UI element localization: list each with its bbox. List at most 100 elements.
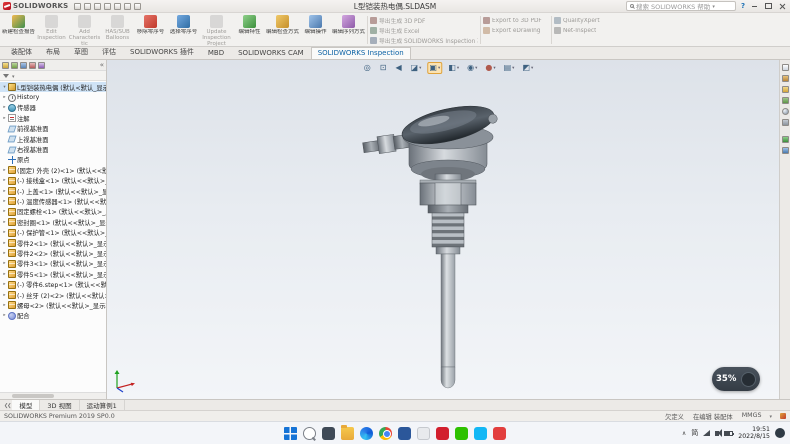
tree-item[interactable]: ▸ 传感器 [0, 103, 106, 113]
screen-overlay-widget[interactable]: 35% [712, 367, 760, 391]
task-home-icon[interactable] [782, 64, 789, 71]
expand-arrow-icon[interactable]: ▸ [2, 209, 7, 214]
tree-item[interactable]: 前视基准面 [0, 124, 106, 134]
expand-arrow-icon[interactable]: ▸ [2, 220, 7, 225]
network-icon[interactable] [703, 430, 710, 436]
expand-arrow-icon[interactable]: ▸ [2, 189, 7, 194]
tree-item[interactable]: 原点 [0, 155, 106, 165]
expand-arrow-icon[interactable]: ▸ [2, 168, 7, 173]
command-tab[interactable]: SOLIDWORKS Inspection [311, 47, 411, 59]
edge-icon[interactable] [360, 427, 373, 440]
tree-item[interactable]: ▸ History [0, 92, 106, 102]
graphics-area[interactable]: ▾ ▾ ▾ ▾ ▾ [107, 60, 790, 399]
tree-item[interactable]: ▾ L型铠装热电偶 (默认<默认_显示状态-1>) [0, 82, 106, 92]
file-explorer-pane-icon[interactable] [782, 86, 789, 93]
start-icon[interactable] [284, 427, 297, 440]
scrollbar-thumb[interactable] [12, 394, 54, 398]
hud-button[interactable] [362, 62, 374, 74]
command-tab[interactable]: 草图 [67, 45, 95, 59]
overlay-button-icon[interactable] [741, 372, 756, 387]
clock[interactable]: 19:51 2022/8/15 [738, 426, 770, 440]
maximize-button[interactable] [764, 2, 773, 11]
expand-arrow-icon[interactable]: ▸ [2, 116, 7, 121]
open-icon[interactable] [84, 3, 91, 10]
command-tab[interactable]: 布局 [39, 45, 67, 59]
tree-item[interactable]: ▸ 注解 [0, 113, 106, 123]
ribbon-menu-item[interactable]: Export eDrawing [483, 26, 549, 35]
custom-properties-icon[interactable] [782, 119, 789, 126]
tree-item[interactable]: ▸ 零件3<1> (默认<<默认>_显示状态... [0, 259, 106, 269]
notes-app-icon[interactable] [417, 427, 430, 440]
expand-arrow-icon[interactable]: ▾ [2, 85, 7, 90]
expand-arrow-icon[interactable]: ▸ [2, 178, 7, 183]
ribbon-menu-item[interactable]: Export to 3D PDF [483, 16, 549, 25]
ribbon-button[interactable]: Edit Inspection [35, 14, 68, 46]
options-icon[interactable] [134, 3, 141, 10]
expand-arrow-icon[interactable]: ▸ [2, 261, 7, 266]
ribbon-menu-item[interactable]: Net-Inspect [554, 26, 612, 35]
propertymanager-icon[interactable] [11, 62, 18, 69]
volume-icon[interactable] [715, 431, 719, 436]
hud-button[interactable]: ▾ [520, 62, 535, 74]
new-document-icon[interactable] [74, 3, 81, 10]
battery-icon[interactable] [724, 431, 733, 436]
document-tab[interactable]: 模型 [12, 400, 40, 410]
tree-item[interactable]: ▸ 配合 [0, 311, 106, 321]
hud-button[interactable]: ▾ [409, 62, 424, 74]
tree-item[interactable]: ▸ 密封圈<1> (默认<<默认>_显示状态... [0, 217, 106, 227]
tree-item[interactable]: ▸ (-) 保护管<1> (默认<<默认>_显示状... [0, 227, 106, 237]
ribbon-menu-item[interactable]: 导出生成 3D PDF [370, 16, 478, 25]
ribbon-button[interactable]: Add Characteristic [68, 14, 101, 46]
expand-arrow-icon[interactable]: ▸ [2, 230, 7, 235]
wechat-icon[interactable] [455, 427, 468, 440]
ribbon-button[interactable]: 移除零序号 [134, 14, 167, 46]
rebuild-icon[interactable] [124, 3, 131, 10]
hud-button[interactable] [378, 62, 390, 74]
tree-item[interactable]: ▸ (-) 上盖<1> (默认<<默认>_显示状态... [0, 186, 106, 196]
design-library-icon[interactable] [782, 75, 789, 82]
close-button[interactable] [778, 2, 787, 11]
hud-button[interactable]: ▾ [446, 62, 461, 74]
undo-icon[interactable] [114, 3, 121, 10]
tree-item[interactable]: 上视基准面 [0, 134, 106, 144]
tree-item[interactable]: 右视基准面 [0, 144, 106, 154]
tree-horizontal-scrollbar[interactable] [0, 392, 106, 399]
tree-item[interactable]: ▸ (-) 丝牙 (2)<2> (默认<<默认>_显示... [0, 290, 106, 300]
solidworks-app-icon[interactable] [436, 427, 449, 440]
hud-button[interactable]: ▾ [427, 62, 442, 74]
hud-button[interactable]: ▾ [483, 62, 497, 74]
ime-indicator[interactable]: 简 [691, 428, 698, 438]
ribbon-button[interactable]: 新建检查报告 [2, 14, 35, 46]
help-search-box[interactable]: 搜索 SOLIDWORKS 帮助 [626, 1, 736, 11]
ribbon-button[interactable]: 编辑序列方式 [332, 14, 365, 46]
tree-item[interactable]: ▸ 零件2<2> (默认<<默认>_显示状态... [0, 248, 106, 258]
expand-arrow-icon[interactable]: ▸ [2, 95, 7, 100]
search-taskbar-icon[interactable] [303, 427, 316, 440]
hud-button[interactable] [393, 62, 404, 74]
expand-arrow-icon[interactable]: ▸ [2, 303, 7, 308]
ribbon-button[interactable]: 编辑操作 [299, 14, 332, 46]
tray-chevron-icon[interactable] [682, 429, 686, 437]
tree-item[interactable]: ▸ (固定) 外壳 (2)<1> (默认<<默认>_显示状... [0, 165, 106, 175]
ribbon-button[interactable]: 选择零序号 [167, 14, 200, 46]
toolbox-icon[interactable] [782, 136, 789, 143]
filter-caret-icon[interactable] [12, 72, 15, 80]
expand-arrow-icon[interactable]: ▸ [2, 199, 7, 204]
notification-icon[interactable] [775, 428, 785, 438]
configurationmanager-icon[interactable] [20, 62, 27, 69]
ribbon-menu-item[interactable]: QualityXpert [554, 16, 612, 25]
tree-item[interactable]: ▸ (-) 温度传感器<1> (默认<<默认>_显... [0, 196, 106, 206]
hud-button[interactable]: ▾ [502, 62, 517, 74]
tree-item[interactable]: ▸ 固定螺栓<1> (默认<<默认>_显示状态... [0, 207, 106, 217]
file-explorer-icon[interactable] [341, 427, 354, 440]
qq-icon[interactable] [474, 427, 487, 440]
filter-funnel-icon[interactable] [3, 74, 9, 78]
expand-arrow-icon[interactable]: ▸ [2, 293, 7, 298]
tree-item[interactable]: ▸ 零件2<1> (默认<<默认>_显示状态... [0, 238, 106, 248]
status-tag-icon[interactable] [780, 413, 786, 419]
tree-item[interactable]: ▸ (-) 零件6.step<1> (默认<<默认>_显... [0, 279, 106, 289]
command-tab[interactable]: MBD [201, 47, 231, 59]
tree-item[interactable]: ▸ (-) 接线盒<1> (默认<<默认>_显示状态... [0, 176, 106, 186]
help-icon[interactable]: ? [741, 2, 745, 10]
document-tab[interactable]: 3D 视图 [40, 400, 79, 410]
